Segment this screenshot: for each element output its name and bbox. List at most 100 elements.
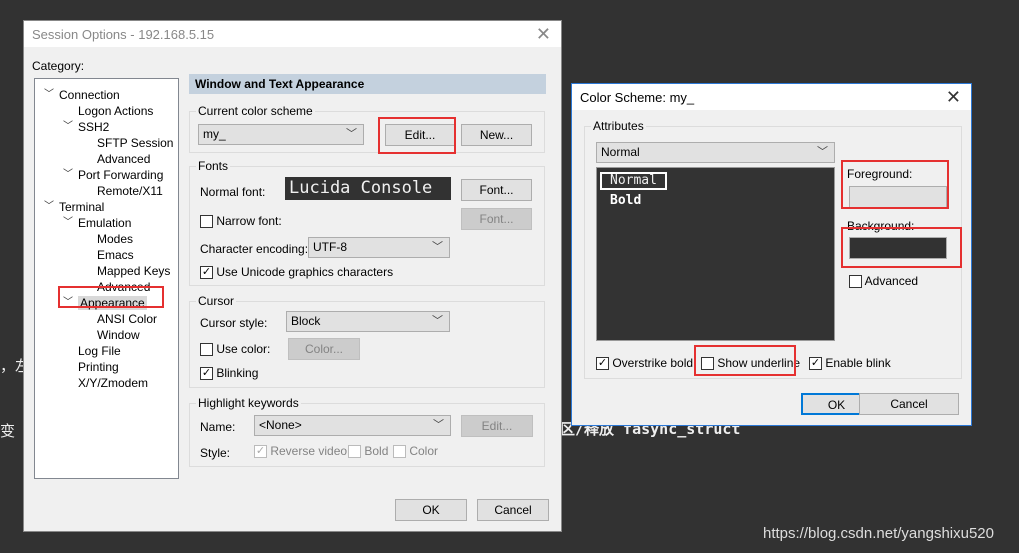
select-value: Block (291, 314, 321, 328)
group-label: Attributes (591, 119, 646, 133)
cursor-group: Cursor Cursor style: Block ﹀ Use color: C… (189, 294, 545, 388)
cursor-style-select[interactable]: Block ﹀ (286, 311, 450, 332)
preview-bold[interactable]: Bold (610, 193, 641, 208)
color-scheme-dialog: Color Scheme: my_ ✕ Attributes Normal ﹀ N… (571, 83, 972, 426)
tree-item-label: SFTP Session (97, 136, 174, 150)
tree-item[interactable]: ﹀ SSH2 (63, 119, 110, 135)
checkbox[interactable] (849, 275, 862, 289)
tree-item-label: Printing (78, 360, 119, 374)
group-label: Fonts (196, 159, 231, 173)
tree-item-label: Log File (78, 344, 121, 358)
highlight-edit-button[interactable]: Edit... (461, 415, 533, 437)
narrow-font-checkbox[interactable]: Narrow font: (200, 214, 282, 229)
checkbox[interactable] (348, 445, 361, 459)
blinking-checkbox[interactable]: ✓ Blinking (200, 366, 259, 381)
checkbox-checked[interactable]: ✓ (200, 266, 213, 280)
checkbox-label: Advanced (864, 274, 919, 288)
unicode-checkbox[interactable]: ✓ Use Unicode graphics characters (200, 265, 393, 280)
fonts-group: Fonts Normal font: Lucida Console Font..… (189, 159, 545, 286)
tree-item-label: Remote/X11 (97, 184, 163, 198)
attribute-preview-list[interactable]: Normal Bold (596, 167, 835, 341)
checkbox-label: Enable blink (825, 356, 891, 370)
close-icon[interactable]: ✕ (536, 24, 551, 45)
font-preview: Lucida Console (285, 177, 451, 200)
tree-item[interactable]: ﹀ Port Forwarding (63, 167, 163, 183)
checkbox-label: Use color: (216, 342, 271, 356)
section-title: Window and Text Appearance (189, 74, 546, 94)
tree-item[interactable]: X/Y/Zmodem (78, 375, 148, 391)
tree-item[interactable]: ﹀ Connection (44, 87, 120, 103)
attribute-select[interactable]: Normal ﹀ (596, 142, 835, 163)
color-checkbox[interactable]: Color (393, 444, 439, 459)
checkbox-checked[interactable]: ✓ (809, 357, 822, 371)
chevron-down-icon[interactable]: ﹀ (63, 119, 73, 135)
checkbox[interactable] (393, 445, 406, 459)
tree-item[interactable]: ﹀ Emulation (63, 215, 131, 231)
color-scheme-group: Current color scheme my_ ﹀ Edit... New... (189, 104, 545, 153)
category-tree[interactable]: ﹀ Connection Logon Actions ﹀ SSH2 SFTP Sessio… (34, 78, 179, 479)
enable-blink-checkbox[interactable]: ✓ Enable blink (809, 356, 891, 371)
tree-item-label: SSH2 (78, 120, 110, 134)
tree-item[interactable]: Printing (78, 359, 119, 375)
cancel-button[interactable]: Cancel (477, 499, 549, 521)
select-value: Normal (601, 145, 640, 159)
group-label: Highlight keywords (196, 396, 301, 410)
close-icon[interactable]: ✕ (946, 87, 961, 108)
chevron-down-icon[interactable]: ﹀ (44, 199, 54, 215)
tree-item[interactable]: SFTP Session (97, 135, 173, 151)
checkbox[interactable] (200, 343, 213, 357)
encoding-select[interactable]: UTF-8 ﹀ (308, 237, 450, 258)
checkbox-checked[interactable]: ✓ (596, 357, 609, 371)
highlight-box (841, 160, 949, 209)
cursor-style-label: Cursor style: (200, 316, 268, 330)
cursor-color-button[interactable]: Color... (288, 338, 360, 360)
chevron-down-icon[interactable]: ﹀ (63, 215, 73, 231)
normal-font-button[interactable]: Font... (461, 179, 532, 201)
overstrike-bold-checkbox[interactable]: ✓ Overstrike bold (596, 356, 693, 371)
checkbox-checked[interactable]: ✓ (200, 367, 213, 381)
chevron-down-icon: ﹀ (817, 146, 828, 158)
chevron-down-icon[interactable]: ﹀ (44, 87, 54, 103)
tree-item[interactable]: Window (97, 327, 140, 343)
highlight-group: Highlight keywords Name: <None> ﹀ Edit...… (189, 396, 545, 467)
advanced-checkbox[interactable]: Advanced (849, 274, 919, 289)
title-bar: Color Scheme: my_ ✕ (572, 84, 971, 110)
select-value: UTF-8 (313, 240, 347, 254)
tree-item[interactable]: Advanced (97, 151, 150, 167)
color-scheme-select[interactable]: my_ ﹀ (198, 124, 364, 145)
tree-item[interactable]: ﹀ Terminal (44, 199, 104, 215)
chevron-down-icon: ﹀ (433, 419, 444, 431)
checkbox[interactable] (200, 215, 213, 229)
background-text: 变 (0, 422, 16, 440)
watermark: https://blog.csdn.net/yangshixu520 (763, 525, 994, 542)
checkbox-label: Blinking (216, 366, 259, 380)
tree-item[interactable]: Log File (78, 343, 121, 359)
checkbox-checked[interactable]: ✓ (254, 445, 267, 459)
select-value: <None> (259, 418, 302, 432)
session-options-dialog: Session Options - 192.168.5.15 ✕ Categor… (23, 20, 562, 532)
new-scheme-button[interactable]: New... (461, 124, 532, 146)
use-color-checkbox[interactable]: Use color: (200, 342, 271, 357)
tree-item-label: Connection (59, 88, 120, 102)
chevron-down-icon[interactable]: ﹀ (63, 167, 73, 183)
group-label: Cursor (196, 294, 237, 308)
highlight-box (378, 117, 456, 154)
tree-item[interactable]: Emacs (97, 247, 134, 263)
tree-item[interactable]: Modes (97, 231, 133, 247)
chevron-down-icon: ﹀ (432, 315, 443, 327)
reverse-video-checkbox[interactable]: ✓ Reverse video (254, 444, 347, 459)
tree-item-label: Emacs (97, 248, 134, 262)
tree-item-label: Modes (97, 232, 134, 246)
tree-item[interactable]: Mapped Keys (97, 263, 170, 279)
bold-checkbox[interactable]: Bold (348, 444, 388, 459)
narrow-font-button[interactable]: Font... (461, 208, 532, 230)
tree-item[interactable]: Remote/X11 (97, 183, 163, 199)
tree-item[interactable]: Logon Actions (78, 103, 153, 119)
tree-item[interactable]: ANSI Color (97, 311, 157, 327)
highlight-name-select[interactable]: <None> ﹀ (254, 415, 451, 436)
tree-item-label: Logon Actions (78, 104, 154, 118)
ok-button[interactable]: OK (395, 499, 467, 521)
preview-normal[interactable]: Normal (600, 172, 667, 190)
checkbox-label: Color (409, 444, 439, 458)
cancel-button[interactable]: Cancel (859, 393, 959, 415)
